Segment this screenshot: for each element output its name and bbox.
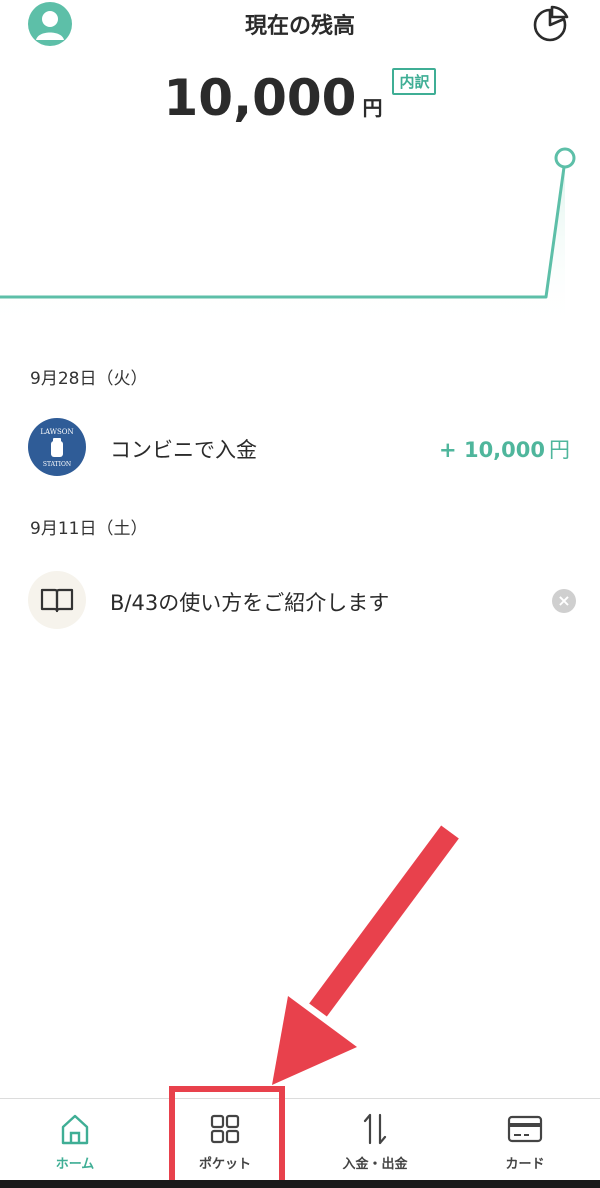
transaction-label: コンビニで入金	[110, 438, 257, 462]
balance-amount: 10,000	[163, 69, 357, 127]
balance-display: 10,000 円内訳	[0, 68, 600, 127]
balance-unit: 円	[362, 96, 383, 120]
transfer-arrows-icon	[363, 1113, 387, 1145]
page-title: 現在の残高	[244, 14, 355, 39]
transaction-amount-unit: 円	[549, 438, 570, 462]
transaction-amount-value: + 10,000	[439, 438, 545, 462]
home-indicator-bar	[0, 1180, 600, 1188]
nav-item-home[interactable]: ホーム	[0, 1099, 150, 1179]
info-row[interactable]: B/43の使い方をご紹介します ×	[0, 565, 600, 635]
breakdown-button[interactable]: 内訳	[392, 68, 437, 95]
transaction-row[interactable]: LAWSON STATION コンビニで入金 + 10,000 円	[0, 412, 600, 482]
balance-chart-line	[0, 159, 567, 299]
pie-chart-icon[interactable]	[530, 4, 570, 44]
info-label: B/43の使い方をご紹介します	[110, 591, 390, 615]
nav-label-card: カード	[505, 1157, 545, 1172]
book-icon	[28, 571, 86, 629]
lawson-text-top: LAWSON	[40, 428, 73, 436]
nav-item-deposit-withdraw[interactable]: 入金・出金	[300, 1099, 450, 1179]
app-screen: 現在の残高 10,000 円内訳 9月28日（火） LAWSON STATION…	[0, 0, 600, 1188]
card-icon	[507, 1115, 543, 1143]
bottom-nav: ホーム ポケット 入金・出金 カード	[0, 1098, 600, 1188]
home-icon	[61, 1114, 89, 1145]
nav-label-deposit-withdraw: 入金・出金	[342, 1157, 408, 1172]
balance-chart-point	[554, 147, 576, 169]
transaction-amount: + 10,000 円	[439, 434, 570, 464]
lawson-text-bottom: STATION	[43, 461, 71, 468]
date-label: 9月11日（土）	[30, 519, 148, 539]
date-label: 9月28日（火）	[30, 369, 148, 389]
highlight-box	[169, 1086, 285, 1186]
balance-chart-area	[0, 160, 565, 330]
nav-label-home: ホーム	[55, 1157, 95, 1172]
lawson-station-icon: LAWSON STATION	[28, 418, 86, 476]
balance-chart	[0, 147, 576, 330]
close-icon[interactable]: ×	[552, 589, 576, 613]
nav-item-card[interactable]: カード	[450, 1099, 600, 1179]
